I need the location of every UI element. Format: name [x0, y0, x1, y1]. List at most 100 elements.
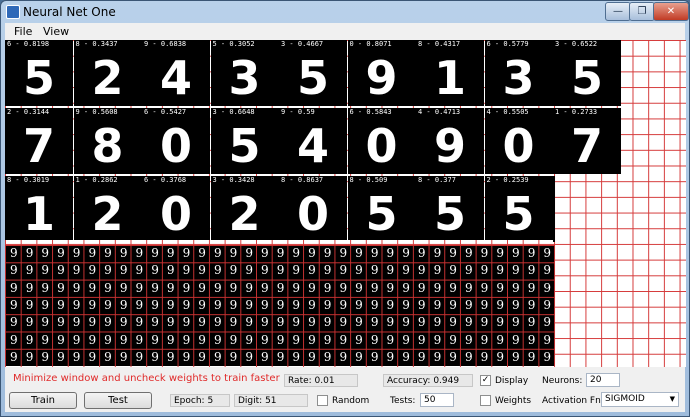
- weight-cell: 9: [261, 263, 269, 278]
- title-bar[interactable]: Neural Net One — ❐ ✕: [1, 1, 689, 23]
- weight-cell: 9: [182, 297, 191, 312]
- weight-cell: 9: [480, 246, 489, 260]
- weight-cell: 9: [261, 297, 269, 312]
- weight-cell: 9: [166, 349, 175, 364]
- activation-select[interactable]: SIGMOID ▼: [601, 392, 679, 407]
- weight-cell: 9: [104, 263, 112, 278]
- digit-tile-image: 0: [296, 187, 329, 241]
- weight-cell: 9: [370, 280, 379, 295]
- weight-cell: 9: [41, 263, 50, 278]
- digit-tile-image: 5: [502, 187, 535, 241]
- weight-cell: 9: [88, 315, 97, 330]
- weight-cell: 9: [229, 246, 238, 260]
- digit-tile: 6 - 0.8198 5: [5, 40, 73, 106]
- digit-tile: 5 - 0.3052 3: [210, 40, 279, 106]
- digit-tile: 3 - 0.6648 5: [210, 108, 279, 174]
- digit-tile-label: 8 - 0.8637: [281, 176, 324, 184]
- train-button[interactable]: Train: [9, 392, 77, 409]
- weight-cell: 9: [512, 332, 520, 347]
- menu-view[interactable]: View: [43, 25, 69, 38]
- weight-cell: 9: [41, 315, 50, 330]
- weight-cell: 9: [213, 332, 222, 347]
- weight-cell: 9: [135, 263, 144, 278]
- weight-cell: 9: [480, 332, 489, 347]
- digit-tile: 2 - 0.2539 5: [484, 176, 553, 241]
- weight-cell: 9: [370, 315, 379, 330]
- weight-cell: 9: [496, 263, 504, 278]
- weight-cell: 9: [512, 280, 520, 295]
- weight-cell: 9: [449, 280, 457, 295]
- digit-tile-image: 1: [433, 51, 466, 105]
- weight-cell: 9: [512, 297, 520, 312]
- weight-cell: 9: [527, 332, 536, 347]
- test-button[interactable]: Test: [84, 392, 152, 409]
- digit-tile-image: 5: [365, 187, 398, 241]
- weight-cell: 9: [119, 332, 128, 347]
- neurons-input[interactable]: 20: [586, 373, 620, 387]
- digit-tile-label: 6 - 0.5779: [486, 40, 529, 48]
- weight-cell: 9: [10, 263, 18, 278]
- weight-cell: 9: [213, 263, 222, 278]
- weight-cell: 9: [527, 246, 536, 260]
- weight-cell: 9: [464, 280, 473, 295]
- digit-tile-label: 4 - 0.5505: [486, 108, 529, 116]
- minimize-button[interactable]: —: [605, 2, 631, 21]
- weight-cell: 9: [198, 263, 206, 278]
- weight-cell: 9: [104, 297, 112, 312]
- weight-cell: 9: [323, 349, 332, 364]
- weight-cell: 9: [527, 349, 536, 364]
- neurons-label: Neurons:: [542, 376, 583, 386]
- weight-cell: 9: [339, 297, 348, 312]
- digit-tile-label: 3 - 0.3428: [212, 176, 255, 184]
- weight-cell: 9: [72, 349, 81, 364]
- weight-cell: 9: [449, 263, 457, 278]
- weight-cell: 9: [480, 315, 489, 330]
- tests-label: Tests:: [390, 396, 416, 406]
- weight-cell: 9: [276, 263, 285, 278]
- weight-cell: 9: [402, 349, 410, 364]
- weight-cell: 9: [135, 246, 144, 260]
- display-checkbox[interactable]: ✓: [480, 375, 491, 386]
- digit-tile-image: 9: [433, 119, 466, 173]
- weight-cell: 9: [386, 332, 395, 347]
- activation-label: Activation Fn:: [542, 396, 604, 406]
- digit-tile-image: 8: [91, 119, 124, 173]
- tests-input[interactable]: 50: [420, 393, 454, 407]
- weight-cell: 9: [433, 297, 442, 312]
- weight-cell: 9: [72, 280, 81, 295]
- digit-tile-label: 1 - 0.2862: [75, 176, 118, 184]
- digit-tile-image: 3: [502, 51, 535, 105]
- weight-cell: 9: [292, 297, 301, 312]
- weight-cell: 9: [41, 297, 50, 312]
- menu-file[interactable]: File: [14, 25, 32, 38]
- weight-cell: 9: [496, 280, 504, 295]
- weight-cell: 9: [57, 280, 65, 295]
- digit-tile-label: 1 - 0.2733: [555, 108, 598, 116]
- weight-cell: 9: [198, 332, 206, 347]
- weight-cell: 9: [543, 315, 552, 330]
- weight-cell: 9: [57, 246, 65, 260]
- digit-tile-label: 9 - 0.6838: [144, 40, 187, 48]
- random-checkbox[interactable]: [317, 395, 328, 406]
- weight-cell: 9: [402, 297, 410, 312]
- digit-tile-image: 2: [91, 187, 124, 241]
- weight-cell: 9: [135, 297, 144, 312]
- digit-tile: 9 - 0.5608 8: [73, 108, 142, 174]
- close-button[interactable]: ✕: [653, 2, 689, 21]
- weight-cell: 9: [41, 349, 50, 364]
- weight-cell: 9: [88, 280, 97, 295]
- weight-cell: 9: [245, 315, 253, 330]
- weights-checkbox[interactable]: [480, 395, 491, 406]
- weight-cell: 9: [25, 280, 34, 295]
- maximize-button[interactable]: ❐: [629, 2, 655, 21]
- digit-tile-label: 9 - 0.59: [281, 108, 315, 116]
- weight-cell: 9: [229, 263, 238, 278]
- weight-cell: 9: [229, 297, 238, 312]
- weight-cell: 9: [386, 263, 395, 278]
- digit-tile-image: 0: [159, 187, 192, 241]
- weight-cell: 9: [480, 263, 489, 278]
- weight-cell: 9: [355, 263, 363, 278]
- weights-row: 99999999999999999999999999999999999: [6, 314, 555, 331]
- digit-tile-label: 6 - 0.3768: [144, 176, 187, 184]
- weight-cell: 9: [292, 280, 301, 295]
